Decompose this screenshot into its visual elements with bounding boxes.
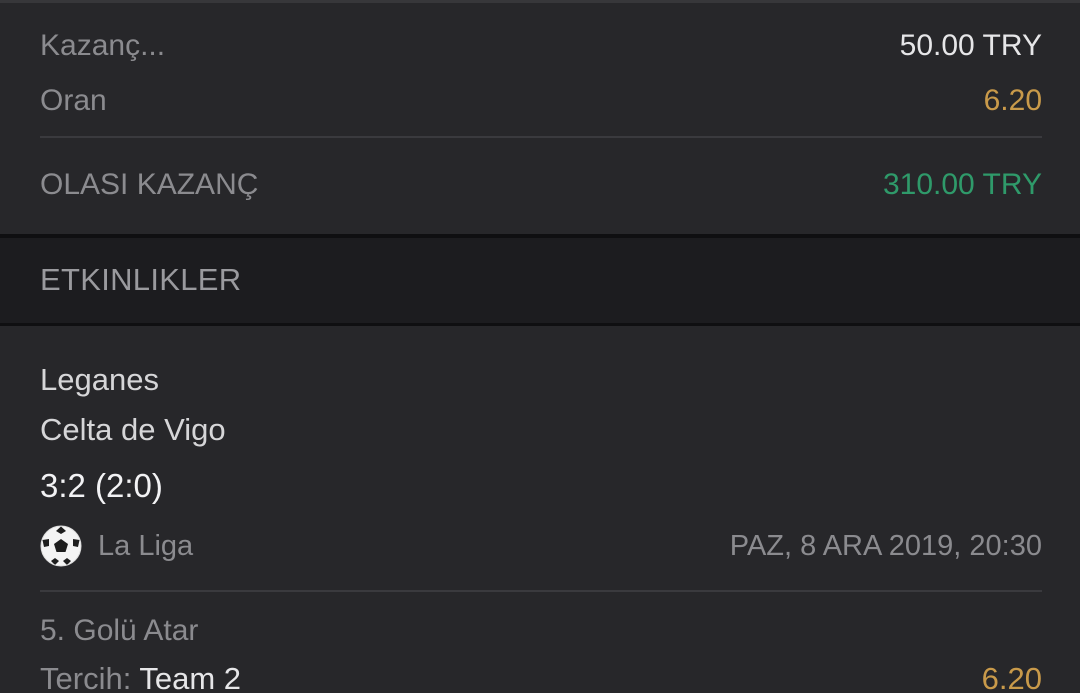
pick-info: Tercih: Team 2 [40,660,241,693]
pick-label: Tercih: [40,661,132,693]
odds-label: Oran [40,84,107,117]
match-score: 3:2 (2:0) [40,467,163,504]
top-divider [0,0,1080,3]
pick-value: Team 2 [139,661,242,693]
potential-win-label: OLASI KAZANÇ [40,168,259,201]
stake-row: Kazanç... 50.00 TRY [40,28,1042,64]
stake-value: 50.00 TRY [899,29,1042,62]
market-name: 5. Golü Atar [40,614,199,647]
soccer-ball-icon [40,525,82,567]
odds-row: Oran 6.20 [40,83,1042,119]
stake-label: Kazanç... [40,29,166,62]
potential-win-value: 310.00 TRY [882,168,1042,201]
odds-value: 6.20 [983,84,1042,117]
summary-divider [40,136,1042,138]
event-datetime: PAZ, 8 ARA 2019, 20:30 [729,529,1042,562]
home-team: Leganes [40,362,159,397]
league-name: La Liga [98,529,194,562]
potential-win-row: OLASI KAZANÇ 310.00 TRY [40,167,1042,203]
pick-row: Tercih: Team 2 6.20 [40,660,1042,693]
away-team: Celta de Vigo [40,412,226,447]
league-info: La Liga [40,525,193,567]
events-section-title: ETKINLIKLER [40,262,242,297]
event-divider [40,590,1042,592]
bet-slip-detail: Kazanç... 50.00 TRY Oran 6.20 OLASI KAZA… [0,0,1080,693]
league-row: La Liga PAZ, 8 ARA 2019, 20:30 [40,524,1042,568]
pick-odds: 6.20 [981,661,1042,693]
